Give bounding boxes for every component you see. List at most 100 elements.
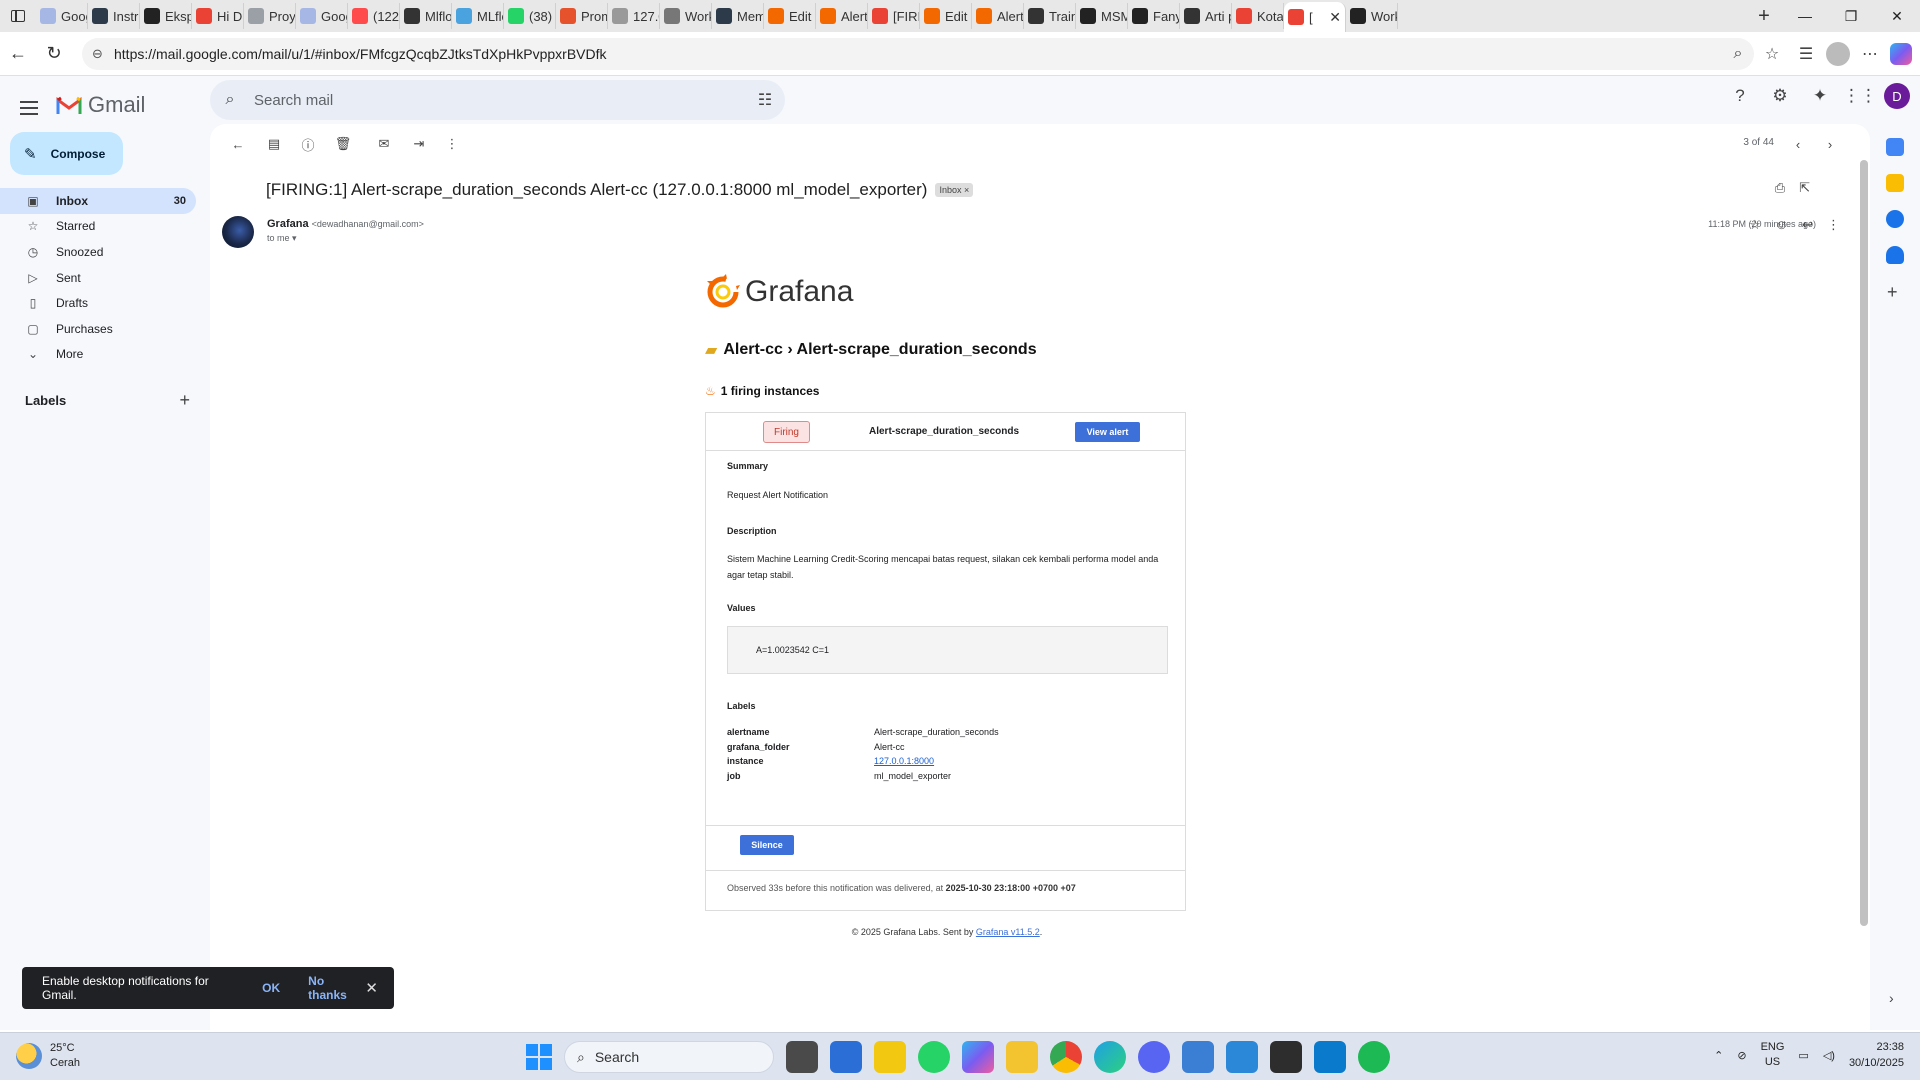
account-avatar[interactable]: D: [1884, 83, 1910, 109]
browser-tab[interactable]: Proye: [244, 3, 296, 29]
browser-tab[interactable]: Instru: [88, 3, 140, 29]
calendar-icon[interactable]: [1886, 138, 1904, 156]
language-indicator[interactable]: ENG US: [1761, 1040, 1785, 1070]
reload-icon[interactable]: ↻: [36, 36, 72, 72]
clock[interactable]: 23:38 30/10/2025: [1849, 1039, 1904, 1071]
search-input[interactable]: Search mail: [250, 92, 745, 109]
browser-tab[interactable]: Hi DE: [192, 3, 244, 29]
sidebar-item-more[interactable]: ⌄ More: [0, 342, 196, 368]
grafana-version-link[interactable]: Grafana v11.5.2: [976, 927, 1040, 937]
view-alert-button[interactable]: View alert: [1075, 422, 1140, 442]
favorites-icon[interactable]: ☰: [1792, 40, 1820, 68]
browser-tab[interactable]: Alert: [972, 3, 1024, 29]
browser-tab[interactable]: Train: [1024, 3, 1076, 29]
browser-tab[interactable]: 127.0: [608, 3, 660, 29]
weather-widget[interactable]: 25°C Cerah: [16, 1041, 80, 1071]
task-view-icon[interactable]: [786, 1041, 818, 1073]
copilot-app-icon[interactable]: [962, 1041, 994, 1073]
browser-tab[interactable]: Arti p: [1180, 3, 1232, 29]
print-icon[interactable]: ⎙: [1775, 180, 1785, 196]
chrome-icon[interactable]: [1050, 1041, 1082, 1073]
discord-icon[interactable]: [1138, 1041, 1170, 1073]
browser-tab[interactable]: MSM: [1076, 3, 1128, 29]
windows-start-icon[interactable]: [526, 1044, 552, 1070]
emoji-react-icon[interactable]: ☺: [1775, 217, 1788, 233]
sender-name[interactable]: Grafana: [267, 218, 309, 230]
scrollbar[interactable]: [1860, 160, 1868, 926]
browser-tab[interactable]: Work: [660, 3, 712, 29]
sender-avatar[interactable]: [222, 216, 254, 248]
browser-tab[interactable]: [✕: [1284, 2, 1346, 32]
notepad-icon[interactable]: [1226, 1041, 1258, 1073]
settings-gear-icon[interactable]: ⚙: [1764, 80, 1796, 112]
star-icon[interactable]: ☆: [1749, 217, 1761, 233]
restore-icon[interactable]: ❐: [1828, 0, 1874, 32]
sidebar-item-starred[interactable]: ☆ Starred: [0, 214, 196, 240]
help-icon[interactable]: ?: [1724, 80, 1756, 112]
message-more-icon[interactable]: ⋮: [1827, 217, 1840, 233]
back-icon[interactable]: ←: [0, 36, 36, 72]
main-menu-icon[interactable]: [20, 96, 44, 120]
more-options-icon[interactable]: ⋮: [440, 132, 464, 156]
back-to-inbox-icon[interactable]: ←: [226, 132, 250, 156]
caret-down-icon[interactable]: ▾: [292, 233, 297, 243]
close-window-icon[interactable]: ✕: [1874, 0, 1920, 32]
create-label-icon[interactable]: +: [179, 390, 190, 411]
store-icon[interactable]: [830, 1041, 862, 1073]
toast-ok-button[interactable]: OK: [262, 981, 280, 995]
gmail-logo[interactable]: Gmail: [56, 92, 145, 118]
gemini-sparkle-icon[interactable]: ✦: [1804, 80, 1836, 112]
browser-tab[interactable]: (38) V: [504, 3, 556, 29]
vscode-icon[interactable]: [1314, 1041, 1346, 1073]
delete-icon[interactable]: 🗑: [331, 132, 355, 156]
inbox-label-chip[interactable]: Inbox ×: [935, 183, 974, 197]
site-info-icon[interactable]: ⊖: [92, 46, 114, 62]
browser-tab[interactable]: Kotak: [1232, 3, 1284, 29]
more-menu-icon[interactable]: ⋯: [1856, 40, 1884, 68]
taskbar-search[interactable]: ⌕ Search: [564, 1041, 774, 1073]
archive-icon[interactable]: ▤: [262, 132, 286, 156]
copilot-icon[interactable]: [1890, 43, 1912, 65]
move-to-icon[interactable]: ⇥: [407, 132, 431, 156]
browser-tab[interactable]: Goog: [36, 3, 88, 29]
browser-tab[interactable]: Alert: [816, 3, 868, 29]
search-options-icon[interactable]: ☷: [745, 90, 785, 110]
browser-tab[interactable]: MLflo: [452, 3, 504, 29]
display-icon[interactable]: ▭: [1798, 1049, 1808, 1062]
browser-tab[interactable]: Mlflo: [400, 3, 452, 29]
browser-tab[interactable]: (122): [348, 3, 400, 29]
terminal-icon[interactable]: [1270, 1041, 1302, 1073]
reply-icon[interactable]: ↩: [1802, 217, 1813, 233]
tab-actions-icon[interactable]: [0, 0, 36, 32]
show-panel-icon[interactable]: ›: [1889, 990, 1894, 1006]
tasks-icon[interactable]: [1886, 210, 1904, 228]
url-field[interactable]: ⊖ https://mail.google.com/mail/u/1/#inbo…: [82, 38, 1754, 70]
apps-grid-icon[interactable]: ⋮⋮: [1843, 80, 1877, 112]
report-spam-icon[interactable]: ⓘ: [296, 132, 320, 156]
instance-link[interactable]: 127.0.0.1:8000: [874, 756, 934, 766]
browser-tab[interactable]: Fanya: [1128, 3, 1180, 29]
browser-tab[interactable]: Edit p: [920, 3, 972, 29]
new-tab-button[interactable]: +: [1746, 5, 1782, 28]
contacts-icon[interactable]: [1886, 246, 1904, 264]
whatsapp-icon[interactable]: [918, 1041, 950, 1073]
older-icon[interactable]: ›: [1818, 132, 1842, 156]
browser-tab[interactable]: Edit n: [764, 3, 816, 29]
search-icon[interactable]: ⌕: [210, 91, 250, 109]
edge-icon[interactable]: [1094, 1041, 1126, 1073]
volume-icon[interactable]: ◁): [1823, 1049, 1835, 1062]
browser-tab[interactable]: Work: [1346, 3, 1398, 29]
silence-button[interactable]: Silence: [740, 835, 794, 855]
sidebar-item-snoozed[interactable]: ◷ Snoozed: [0, 239, 196, 265]
keep-icon[interactable]: [1886, 174, 1904, 192]
favorite-star-icon[interactable]: ☆: [1758, 40, 1786, 68]
browser-tab[interactable]: Goog: [296, 3, 348, 29]
browser-tab[interactable]: Ekspe: [140, 3, 192, 29]
network-off-icon[interactable]: ⊘: [1737, 1049, 1746, 1062]
sidebar-item-sent[interactable]: ▷ Sent: [0, 265, 196, 291]
recipient-details[interactable]: to me ▾: [267, 233, 297, 244]
newer-icon[interactable]: ‹: [1786, 132, 1810, 156]
compose-button[interactable]: ✎ Compose: [10, 132, 123, 175]
toast-no-thanks-button[interactable]: No thanks: [308, 974, 365, 1002]
sidebar-item-inbox[interactable]: ▣ Inbox 30: [0, 188, 196, 214]
